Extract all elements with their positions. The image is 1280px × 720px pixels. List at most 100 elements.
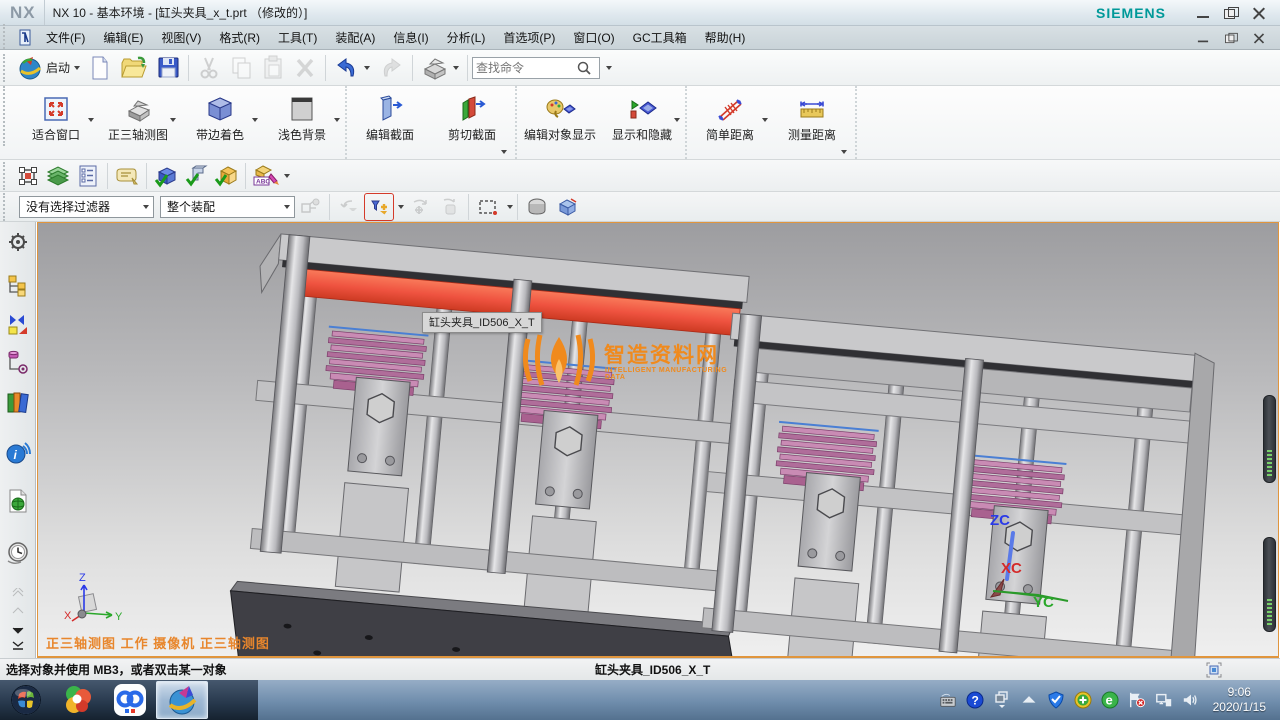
touch-info-button[interactable]: i xyxy=(3,440,33,466)
menu-format[interactable]: 格式(R) xyxy=(210,26,269,49)
menu-info[interactable]: 信息(I) xyxy=(384,26,437,49)
shaded-with-edges-button[interactable]: 带边着色 xyxy=(179,88,261,157)
network-icon[interactable] xyxy=(1155,691,1173,709)
roles-button[interactable] xyxy=(3,230,33,254)
window-restore-tray-icon[interactable] xyxy=(993,691,1011,709)
edit-section-button[interactable]: 编辑截面 xyxy=(349,88,431,157)
app-sogou-button[interactable] xyxy=(52,680,104,720)
menu-edit[interactable]: 编辑(E) xyxy=(94,26,152,49)
edit-object-display-button[interactable]: 编辑对象显示 xyxy=(519,88,601,157)
menu-gc-toolbox[interactable]: GC工具箱 xyxy=(624,26,696,49)
selection-preview-icon[interactable] xyxy=(1206,662,1222,678)
toolbar-grip[interactable] xyxy=(3,54,10,82)
graphics-window[interactable]: ZC XC YC Z Y X 智造资料网 INTELLI xyxy=(37,222,1279,658)
doc-restore-icon[interactable] xyxy=(1225,32,1237,42)
chevron-down-icon[interactable] xyxy=(88,118,94,122)
save-button[interactable] xyxy=(153,53,183,83)
chevron-down-icon[interactable] xyxy=(74,66,80,70)
check-tool-button[interactable] xyxy=(181,162,211,190)
view-operations-button[interactable] xyxy=(418,53,462,83)
fit-window-button[interactable]: 适合窗口 xyxy=(15,88,97,157)
wireframe-cube-button[interactable] xyxy=(552,193,582,221)
history-button[interactable] xyxy=(3,540,33,566)
cad-model-fixture[interactable]: ZC XC YC Z Y X xyxy=(38,223,1279,658)
menu-view[interactable]: 视图(V) xyxy=(152,26,210,49)
chevron-down-icon[interactable] xyxy=(334,118,340,122)
chevron-down-icon[interactable] xyxy=(284,174,290,178)
measure-distance-button[interactable]: 测量距离 xyxy=(771,88,853,157)
chevron-down-icon[interactable] xyxy=(364,66,370,70)
browser-e-icon[interactable]: e xyxy=(1101,691,1119,709)
search-icon[interactable] xyxy=(576,60,592,76)
reuse-library-button[interactable] xyxy=(3,390,33,414)
volume-icon[interactable] xyxy=(1182,691,1200,709)
chevron-down-icon[interactable] xyxy=(841,150,847,154)
filter-plus-button[interactable] xyxy=(364,193,394,221)
show-hidden-icons-button[interactable] xyxy=(1020,691,1038,709)
menu-analysis[interactable]: 分析(L) xyxy=(438,26,495,49)
chevron-down-icon[interactable] xyxy=(453,66,459,70)
chevron-down-icon[interactable] xyxy=(507,205,513,209)
help-question-icon[interactable]: ? xyxy=(966,691,984,709)
new-file-button[interactable] xyxy=(85,53,115,83)
annotation-note-button[interactable] xyxy=(112,162,142,190)
part-navigator-button[interactable] xyxy=(3,350,33,374)
restore-icon[interactable] xyxy=(1224,7,1238,19)
doc-close-icon[interactable] xyxy=(1253,32,1265,42)
menu-preferences[interactable]: 首选项(P) xyxy=(494,26,564,49)
assembly-navigator-button[interactable] xyxy=(3,274,33,298)
open-button[interactable] xyxy=(117,53,151,83)
chevron-down-icon[interactable] xyxy=(762,118,768,122)
menu-window[interactable]: 窗口(O) xyxy=(564,26,623,49)
web-browser-button[interactable] xyxy=(3,488,33,514)
chevron-down-icon[interactable] xyxy=(501,150,507,154)
menu-assembly[interactable]: 装配(A) xyxy=(326,26,384,49)
find-command-input[interactable] xyxy=(476,61,576,75)
trimetric-view-button[interactable]: 正三轴测图 xyxy=(97,88,179,157)
clip-section-button[interactable]: 剪切截面 xyxy=(431,88,513,157)
start-button[interactable] xyxy=(0,680,52,720)
selection-filter-dropdown[interactable]: 没有选择过滤器 xyxy=(19,196,154,218)
chevron-down-icon[interactable] xyxy=(674,118,680,122)
show-hide-button[interactable]: 显示和隐藏 xyxy=(601,88,683,157)
app-netdisk-button[interactable] xyxy=(104,680,156,720)
check-part-button[interactable] xyxy=(151,162,181,190)
doc-minimize-icon[interactable] xyxy=(1197,32,1209,42)
constraint-navigator-button[interactable] xyxy=(3,312,33,336)
menu-file[interactable]: 文件(F) xyxy=(37,26,94,49)
chevron-down-icon[interactable] xyxy=(170,118,176,122)
action-center-flag-icon[interactable] xyxy=(1128,691,1146,709)
close-icon[interactable] xyxy=(1252,7,1266,19)
antivirus-plus-icon[interactable] xyxy=(1074,691,1092,709)
security-shield-icon[interactable] xyxy=(1047,691,1065,709)
minimize-icon[interactable] xyxy=(1196,7,1210,19)
menu-help[interactable]: 帮助(H) xyxy=(696,26,755,49)
rectangle-select-button[interactable] xyxy=(473,193,503,221)
undo-button[interactable] xyxy=(331,53,373,83)
taskbar-clock[interactable]: 9:06 2020/1/15 xyxy=(1209,685,1272,715)
chevron-down-icon[interactable] xyxy=(252,118,258,122)
shaded-tool-button[interactable] xyxy=(522,193,552,221)
chevron-down-icon[interactable] xyxy=(606,66,612,70)
clip-slider-lower[interactable] xyxy=(1263,537,1276,632)
app-nx-button[interactable] xyxy=(156,681,208,719)
light-background-button[interactable]: 浅色背景 xyxy=(261,88,343,157)
menu-tools[interactable]: 工具(T) xyxy=(269,26,326,49)
keyboard-icon[interactable] xyxy=(939,691,957,709)
edit-attributes-button[interactable]: ABC xyxy=(250,162,280,190)
check-assembly-button[interactable] xyxy=(211,162,241,190)
selection-scope-dropdown[interactable]: 整个装配 xyxy=(160,196,295,218)
toolbar-grip[interactable] xyxy=(3,24,10,52)
scroll-bottom-button[interactable] xyxy=(3,634,33,658)
simple-distance-button[interactable]: 简单距离 xyxy=(689,88,771,157)
layer-settings-button[interactable] xyxy=(73,162,103,190)
toolbar-grip[interactable] xyxy=(3,86,10,146)
chevron-down-icon[interactable] xyxy=(284,205,290,209)
move-component-button[interactable] xyxy=(13,162,43,190)
start-button[interactable]: 启动 xyxy=(14,53,83,83)
clip-slider-upper[interactable] xyxy=(1263,395,1276,483)
find-command-box[interactable] xyxy=(472,57,600,79)
chevron-down-icon[interactable] xyxy=(143,205,149,209)
toolbar-grip[interactable] xyxy=(3,193,10,221)
toolbar-grip[interactable] xyxy=(3,162,10,190)
